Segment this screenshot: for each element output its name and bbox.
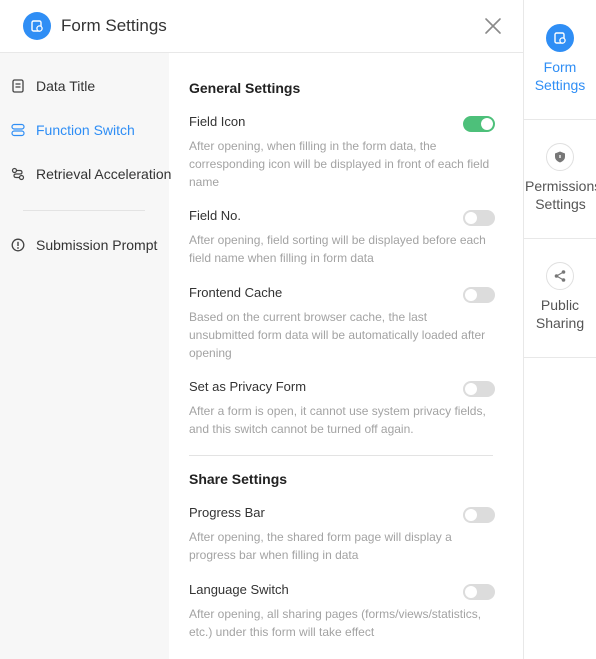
tab-public-sharing[interactable]: Public Sharing (524, 239, 596, 358)
setting-name: Field No. (189, 208, 242, 223)
share-icon (546, 262, 574, 290)
tab-label-line1: Permissions (525, 178, 596, 194)
sidebar-item-label: Function Switch (36, 122, 135, 138)
progress-bar-toggle[interactable] (463, 507, 495, 523)
language-switch-toggle[interactable] (463, 584, 495, 600)
tab-label-line2: Settings (534, 77, 586, 93)
alert-circle-icon (11, 238, 25, 252)
setting-field-icon: Field Icon After opening, when filling i… (189, 114, 495, 191)
setting-description: After opening, the shared form page will… (189, 530, 452, 562)
setting-name: Language Switch (189, 582, 289, 597)
form-settings-icon (546, 24, 574, 52)
toggle-icon (11, 123, 25, 137)
close-icon[interactable] (484, 17, 502, 35)
frontend-cache-toggle[interactable] (463, 287, 495, 303)
tab-label-line2: Sharing (535, 315, 585, 331)
tab-label-line1: Form (543, 59, 577, 75)
sidebar-item-retrieval-acceleration[interactable]: Retrieval Acceleration (0, 159, 172, 189)
setting-description: After a form is open, it cannot use syst… (189, 404, 486, 436)
sidebar-item-data-title[interactable]: Data Title (0, 71, 169, 101)
route-icon (11, 167, 25, 181)
setting-name: Frontend Cache (189, 285, 283, 300)
tab-permissions-settings[interactable]: Permissions Settings (524, 120, 596, 239)
sidebar-item-function-switch[interactable]: Function Switch (0, 115, 169, 145)
setting-language-switch: Language Switch After opening, all shari… (189, 582, 495, 641)
setting-frontend-cache: Frontend Cache Based on the current brow… (189, 285, 495, 362)
section-divider (189, 455, 493, 456)
sidebar-item-submission-prompt[interactable]: Submission Prompt (0, 230, 169, 260)
section-title-share: Share Settings (189, 471, 288, 487)
setting-progress-bar: Progress Bar After opening, the shared f… (189, 505, 495, 564)
setting-field-no: Field No. After opening, field sorting w… (189, 208, 495, 267)
settings-sidebar: Data Title Function Switch Retrieval Acc… (0, 53, 172, 659)
form-settings-icon (23, 12, 51, 40)
sidebar-item-label: Data Title (36, 78, 96, 94)
sidebar-divider (23, 210, 145, 211)
shield-icon (546, 143, 574, 171)
settings-content: General Settings Field Icon After openin… (169, 53, 523, 659)
close-button[interactable] (481, 14, 505, 38)
panel-title: Form Settings (61, 16, 167, 35)
document-icon (11, 79, 25, 93)
tab-label-line1: Public (540, 297, 580, 313)
setting-name: Field Icon (189, 114, 246, 129)
tab-label-line2: Settings (535, 196, 586, 212)
sidebar-item-label: Retrieval Acceleration (36, 166, 172, 182)
field-no-toggle[interactable] (463, 210, 495, 226)
setting-description: After opening, all sharing pages (forms/… (189, 607, 482, 639)
sidebar-item-label: Submission Prompt (36, 237, 158, 253)
setting-description: After opening, field sorting will be dis… (189, 233, 486, 265)
form-settings-panel: Form Settings Data Title Function Switch… (0, 0, 524, 659)
privacy-form-toggle[interactable] (463, 381, 495, 397)
field-icon-toggle[interactable] (463, 116, 495, 132)
setting-description: Based on the current browser cache, the … (189, 310, 486, 360)
right-tab-bar: Form Settings Permissions Settings Public S… (524, 0, 596, 659)
section-title-general: General Settings (189, 80, 301, 96)
tab-form-settings[interactable]: Form Settings (524, 0, 596, 120)
setting-privacy-form: Set as Privacy Form After a form is open… (189, 379, 495, 438)
setting-description: After opening, when filling in the form … (189, 139, 490, 189)
setting-name: Progress Bar (189, 505, 265, 520)
panel-header: Form Settings (0, 0, 524, 53)
setting-name: Set as Privacy Form (189, 379, 307, 394)
